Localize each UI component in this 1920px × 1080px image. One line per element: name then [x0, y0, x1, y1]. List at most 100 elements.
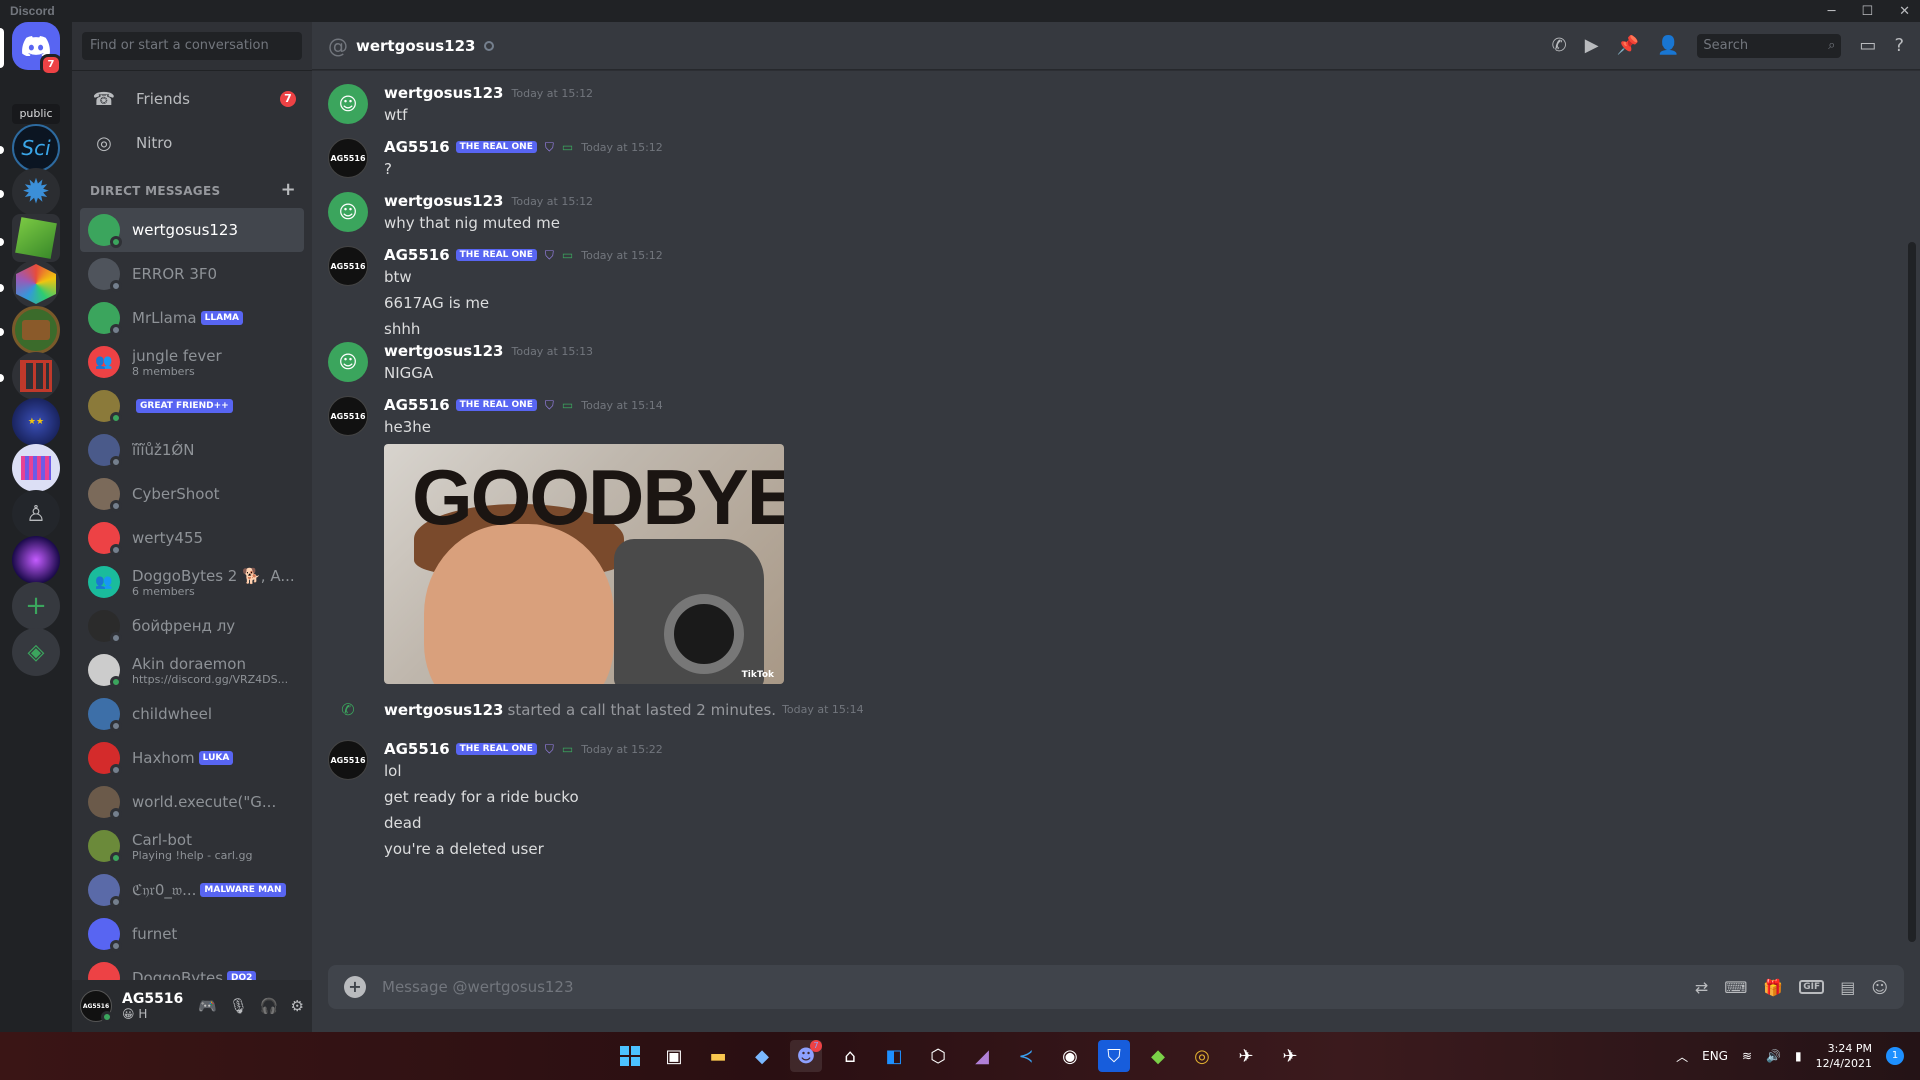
message-author[interactable]: wertgosus123	[384, 84, 504, 102]
message-text: ?	[384, 160, 392, 178]
tray-chevron-icon[interactable]: ︿	[1676, 1048, 1688, 1065]
nebula-server-icon[interactable]	[12, 536, 60, 584]
language-indicator[interactable]: ENG	[1702, 1049, 1728, 1063]
image-attachment[interactable]: GOODBYE TikTok	[384, 444, 784, 684]
dm-item[interactable]: CyberShoot	[80, 472, 304, 516]
message-author[interactable]: AG5516	[384, 246, 450, 264]
store-icon[interactable]: ⌂	[834, 1040, 866, 1072]
dm-item[interactable]: childwheel	[80, 692, 304, 736]
status-dot	[110, 236, 122, 248]
avatar[interactable]: AG5516	[328, 396, 368, 436]
find-conversation-input[interactable]: Find or start a conversation	[82, 32, 302, 60]
nitro-nav[interactable]: ◎ Nitro	[80, 122, 304, 164]
dm-item[interactable]: wertgosus123	[80, 208, 304, 252]
game-app-icon-2[interactable]: ✈	[1274, 1040, 1306, 1072]
scrollbar[interactable]	[1908, 242, 1916, 942]
sticker-icon[interactable]: ▤	[1840, 978, 1855, 997]
avatar[interactable]: ☺	[328, 192, 368, 232]
file-explorer-icon[interactable]: ▬	[702, 1040, 734, 1072]
avatar[interactable]: AG5516	[328, 138, 368, 178]
dm-item[interactable]: 👥 DoggoBytes 2 🐕, A... 6 members	[80, 560, 304, 604]
gift-icon[interactable]: 🎁	[1763, 978, 1783, 997]
hex-server-icon[interactable]	[12, 260, 60, 308]
outlook-icon[interactable]: ◧	[878, 1040, 910, 1072]
gamepad-icon[interactable]: 🎮	[198, 997, 217, 1015]
avatar[interactable]: AG5516	[328, 246, 368, 286]
galaxy-server-icon[interactable]: ★★	[12, 398, 60, 446]
cube-server-icon[interactable]	[12, 214, 60, 262]
dm-item[interactable]: Haxhom LUKA	[80, 736, 304, 780]
dm-item[interactable]: ERROR 3F0	[80, 252, 304, 296]
clock[interactable]: 3:24 PM 12/4/2021	[1816, 1041, 1872, 1071]
dark-server-icon[interactable]: ♙	[12, 490, 60, 538]
dm-item[interactable]: ℭ𝔶𝔯0_𝔴... MALWARE MAN	[80, 868, 304, 912]
message-input[interactable]: Message @wertgosus123	[382, 978, 574, 996]
help-icon[interactable]: ?	[1894, 35, 1904, 56]
add-friend-icon[interactable]: 👤	[1657, 35, 1679, 56]
message-author[interactable]: AG5516	[384, 740, 450, 758]
cube-app-icon[interactable]: ⬡	[922, 1040, 954, 1072]
message-author[interactable]: AG5516	[384, 396, 450, 414]
maximize-icon[interactable]: ☐	[1861, 4, 1873, 19]
avatar[interactable]: AG5516	[328, 740, 368, 780]
close-icon[interactable]: ✕	[1899, 4, 1910, 19]
minimize-icon[interactable]: ─	[1828, 4, 1836, 19]
dm-item[interactable]: 👥 jungle fever 8 members	[80, 340, 304, 384]
explore-servers-icon[interactable]: ◈	[12, 628, 60, 676]
settings-gear-icon[interactable]: ⚙	[291, 997, 304, 1015]
box-server-icon[interactable]	[12, 352, 60, 400]
dm-item[interactable]: ĩĩĩůž1ǾN	[80, 428, 304, 472]
user-info[interactable]: AG5516 😀 H	[122, 991, 183, 1021]
dm-item[interactable]: Carl-bot Playing !help - carl.gg	[80, 824, 304, 868]
keyboard-icon[interactable]: ⌨	[1724, 978, 1747, 997]
book-server-icon[interactable]	[12, 306, 60, 354]
emoji-icon[interactable]: ☺	[1871, 978, 1888, 997]
terminal-icon[interactable]: ◆	[746, 1040, 778, 1072]
message-author[interactable]: wertgosus123	[384, 192, 504, 210]
wifi-icon[interactable]: ≋	[1742, 1049, 1752, 1063]
attach-plus-icon[interactable]: +	[344, 976, 366, 998]
battery-icon[interactable]: ▮	[1795, 1049, 1802, 1063]
dm-item[interactable]: werty455	[80, 516, 304, 560]
message-author[interactable]: wertgosus123	[384, 342, 504, 360]
video-call-icon[interactable]: ▶	[1585, 35, 1599, 56]
dm-item[interactable]: GREAT FRIEND++	[80, 384, 304, 428]
create-dm-icon[interactable]: +	[281, 181, 296, 199]
notification-badge[interactable]: 1	[1886, 1047, 1904, 1065]
volume-icon[interactable]: 🔊	[1766, 1049, 1781, 1063]
star-server-icon[interactable]: ✹	[12, 168, 60, 216]
davinci-icon[interactable]: ◎	[1186, 1040, 1218, 1072]
vscode-icon[interactable]: ≺	[1010, 1040, 1042, 1072]
user-avatar[interactable]: AG5516	[80, 990, 113, 1023]
bitwarden-icon[interactable]: ⛉	[1098, 1040, 1130, 1072]
search-input[interactable]: Search ⌕	[1697, 33, 1842, 58]
bluestacks-icon[interactable]: ◆	[1142, 1040, 1174, 1072]
task-view-icon[interactable]: ▣	[658, 1040, 690, 1072]
dm-item[interactable]: Akin doraemon https://discord.gg/VRZ4DS..…	[80, 648, 304, 692]
taskbar-apps: ▣ ▬ ◆ ☻ 7 ⌂ ◧ ⬡ ◢ ≺ ◉ ⛉ ◆ ◎ ✈ ✈	[614, 1040, 1306, 1072]
add-server-icon[interactable]: +	[12, 582, 60, 630]
dm-item[interactable]: MrLlama LLAMA	[80, 296, 304, 340]
game-app-icon[interactable]: ✈	[1230, 1040, 1262, 1072]
gif-icon[interactable]: GIF	[1799, 980, 1825, 994]
visual-studio-icon[interactable]: ◢	[966, 1040, 998, 1072]
call-author[interactable]: wertgosus123	[384, 701, 504, 719]
microphone-icon[interactable]: 🎙	[229, 997, 248, 1015]
friends-nav[interactable]: ☎ Friends 7	[80, 78, 304, 120]
avatar[interactable]: ☺	[328, 84, 368, 124]
headphones-icon[interactable]: 🎧	[260, 997, 279, 1015]
inbox-icon[interactable]: ▭	[1859, 35, 1876, 56]
dm-item[interactable]: furnet	[80, 912, 304, 956]
sci-server-icon[interactable]: Sci	[12, 124, 60, 172]
pin-icon[interactable]: 📌	[1617, 35, 1639, 56]
translate-icon[interactable]: ⇄	[1695, 978, 1708, 997]
obs-icon[interactable]: ◉	[1054, 1040, 1086, 1072]
avatar[interactable]: ☺	[328, 342, 368, 382]
dm-item[interactable]: world.execute("G...	[80, 780, 304, 824]
discord-taskbar-icon[interactable]: ☻ 7	[790, 1040, 822, 1072]
tech-server-icon[interactable]	[12, 444, 60, 492]
message-author[interactable]: AG5516	[384, 138, 450, 156]
start-icon[interactable]	[614, 1040, 646, 1072]
dm-item[interactable]: бойфренд лу	[80, 604, 304, 648]
voice-call-icon[interactable]: ✆	[1552, 35, 1567, 56]
